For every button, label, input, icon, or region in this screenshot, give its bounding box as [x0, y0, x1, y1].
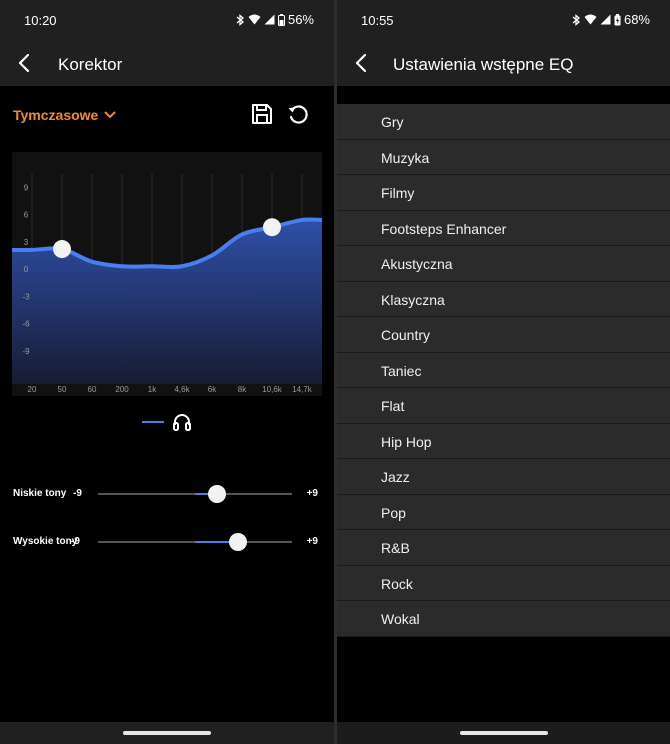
- x-tick-label: 20: [28, 385, 37, 394]
- preset-item[interactable]: Footsteps Enhancer: [337, 210, 670, 246]
- treble-label: Wysokie tony: [13, 536, 78, 547]
- y-tick-label: 6: [24, 211, 29, 220]
- battery-percent: 68%: [623, 12, 650, 27]
- page-title: Ustawienia wstępne EQ: [393, 55, 574, 74]
- chevron-down-icon: [104, 111, 117, 119]
- x-tick-label: 200: [115, 385, 129, 394]
- preset-item[interactable]: Taniec: [337, 352, 670, 388]
- preset-item[interactable]: Rock: [337, 565, 670, 601]
- back-button[interactable]: [345, 47, 377, 79]
- preset-item[interactable]: Pop: [337, 494, 670, 530]
- preset-item[interactable]: Wokal: [337, 601, 670, 637]
- status-icons: 56%: [235, 12, 314, 27]
- nav-bar: [0, 722, 334, 744]
- treble-min: -9: [71, 536, 80, 547]
- status-bar: 10:55 68%: [337, 0, 670, 40]
- bass-slider-thumb[interactable]: [207, 485, 226, 503]
- equalizer-screen: 10:20 56% Korektor Tymczasowe 9 6 3 0 -3…: [0, 0, 334, 744]
- reset-icon: [288, 105, 308, 124]
- home-gesture-handle[interactable]: [459, 731, 548, 735]
- x-tick-label: 50: [58, 385, 67, 394]
- status-bar: 10:20 56%: [0, 0, 334, 40]
- eq-chart[interactable]: 9 6 3 0 -3 -6 -9 20 50 60 200 1k 4,6k 6k 8k 10,6k 14,7k: [12, 152, 322, 396]
- eq-chart-svg: 9 6 3 0 -3 -6 -9 20 50 60 200 1k 4,6k 6k 8k 10,6k 14,7k: [12, 174, 322, 394]
- status-icons: 68%: [571, 12, 650, 27]
- save-icon: [252, 104, 272, 124]
- preset-item[interactable]: Jazz: [337, 459, 670, 495]
- reset-button[interactable]: [286, 102, 310, 126]
- preset-item[interactable]: Klasyczna: [337, 281, 670, 317]
- chart-legend: [142, 412, 192, 432]
- eq-presets-screen: 10:55 68% Ustawienia wstępne EQ Gry Muzyk…: [337, 0, 670, 744]
- y-tick-label: 3: [24, 238, 29, 247]
- x-tick-label: 10,6k: [262, 385, 283, 394]
- signal-icon: [600, 14, 611, 25]
- nav-bar: [337, 722, 670, 744]
- bass-slider[interactable]: [98, 485, 292, 503]
- y-tick-label: -9: [22, 347, 30, 356]
- x-tick-label: 60: [88, 385, 97, 394]
- bass-min: -9: [73, 488, 82, 499]
- back-arrow-icon: [355, 53, 367, 73]
- x-tick-label: 8k: [238, 385, 247, 394]
- wifi-icon: [248, 14, 261, 25]
- eq-band-handle[interactable]: [53, 240, 71, 259]
- preset-item[interactable]: R&B: [337, 530, 670, 566]
- preset-dropdown[interactable]: Tymczasowe: [13, 107, 117, 123]
- app-bar: Korektor: [0, 40, 334, 86]
- y-tick-label: -6: [22, 320, 30, 329]
- treble-slider-thumb[interactable]: [229, 533, 248, 551]
- wifi-icon: [584, 14, 597, 25]
- preset-item[interactable]: Akustyczna: [337, 246, 670, 282]
- y-tick-label: -3: [22, 292, 30, 301]
- status-time: 10:20: [24, 13, 57, 28]
- back-button[interactable]: [8, 47, 40, 79]
- preset-item[interactable]: Country: [337, 317, 670, 353]
- x-tick-label: 14,7k: [292, 385, 313, 394]
- bluetooth-icon: [235, 13, 245, 26]
- y-tick-label: 0: [24, 265, 29, 274]
- bass-label: Niskie tony: [13, 488, 67, 499]
- preset-item[interactable]: Hip Hop: [337, 423, 670, 459]
- x-tick-label: 6k: [208, 385, 217, 394]
- battery-charging-icon: [614, 13, 621, 26]
- preset-item[interactable]: Muzyka: [337, 139, 670, 175]
- legend-line: [142, 421, 164, 423]
- bass-max: +9: [306, 488, 318, 499]
- treble-max: +9: [306, 536, 318, 547]
- preset-item[interactable]: Flat: [337, 388, 670, 424]
- bass-slider-row: Niskie tony -9 +9: [13, 482, 323, 506]
- y-tick-label: 9: [24, 183, 29, 192]
- save-button[interactable]: [250, 102, 274, 126]
- app-bar: Ustawienia wstępne EQ: [337, 40, 670, 86]
- preset-label: Tymczasowe: [13, 107, 99, 123]
- bluetooth-icon: [571, 13, 581, 26]
- preset-item[interactable]: Gry: [337, 104, 670, 140]
- page-title: Korektor: [58, 55, 123, 74]
- signal-icon: [264, 14, 275, 25]
- x-tick-label: 1k: [148, 385, 157, 394]
- preset-item[interactable]: Filmy: [337, 175, 670, 211]
- x-tick-label: 4,6k: [174, 385, 190, 394]
- headphones-icon: [173, 414, 191, 431]
- preset-list: Gry Muzyka Filmy Footsteps Enhancer Akustycz…: [337, 104, 670, 637]
- back-arrow-icon: [18, 53, 30, 73]
- home-gesture-handle[interactable]: [123, 731, 211, 735]
- battery-percent: 56%: [287, 12, 314, 27]
- eq-band-handle[interactable]: [263, 218, 281, 237]
- battery-icon: [277, 13, 285, 26]
- treble-slider-row: Wysokie tony -9 +9: [13, 530, 323, 554]
- status-time: 10:55: [361, 13, 394, 28]
- treble-slider[interactable]: [98, 533, 292, 551]
